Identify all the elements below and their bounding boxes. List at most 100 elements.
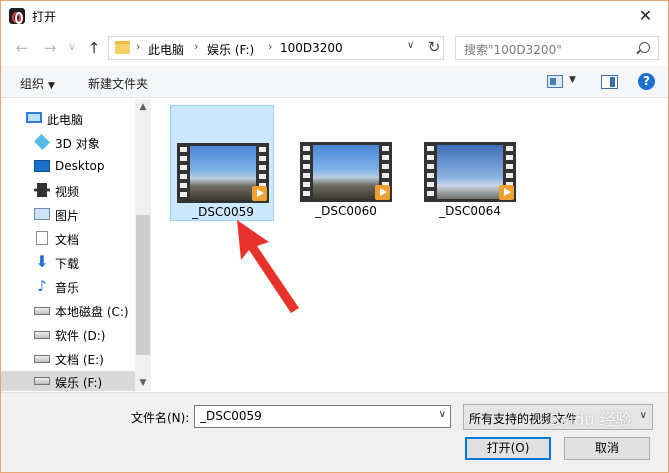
watermark-text: Baidu 经验 [549,410,632,429]
sidebar-item-label: 本地磁盘 (C:) [55,305,129,319]
sidebar-item-documents[interactable]: 文档 [1,227,135,251]
file-item-dsc0064[interactable]: _DSC0064 [418,105,522,221]
sidebar-item-drive-c[interactable]: 本地磁盘 (C:) [1,299,135,323]
music-icon: ♪ [37,277,47,295]
film-strip-icon [427,146,434,198]
open-button[interactable]: 打开(O) [465,437,551,460]
play-icon [375,185,390,200]
forward-arrow-icon[interactable]: → [41,39,59,57]
sidebar-item-music[interactable]: ♪ 音乐 [1,275,135,299]
sidebar-item-drive-d[interactable]: 软件 (D:) [1,323,135,347]
documents-icon [36,231,48,245]
change-view-icon[interactable] [547,75,563,88]
video-preview-image [190,146,256,200]
recent-locations-icon[interactable]: ∨ [63,39,81,57]
back-arrow-icon[interactable]: ← [13,39,31,57]
drive-icon [34,355,50,363]
cancel-button[interactable]: 取消 [564,437,650,460]
play-icon [252,186,267,201]
search-icon[interactable] [639,42,650,53]
film-strip-icon [180,147,187,199]
search-input[interactable]: 搜索"100D3200" [464,41,562,58]
annotation-arrow-icon [237,220,299,313]
open-file-dialog: 打开 ✕ ← → ∨ ↑ › 此电脑 › 娱乐 (F:) › 100D3200 … [0,0,669,473]
video-thumbnail [177,143,269,203]
film-strip-icon [303,146,310,198]
sidebar-item-pictures[interactable]: 图片 [1,203,135,227]
preview-pane-icon[interactable] [601,75,618,89]
app-logo-icon [9,8,25,24]
address-dropdown-icon[interactable]: ∨ [407,40,414,51]
refresh-icon[interactable]: ↻ [425,38,443,56]
command-toolbar: 组织 ▼ 新建文件夹 ▼ ? [1,66,668,98]
sidebar-item-label: 此电脑 [47,113,84,127]
sidebar-item-3d-objects[interactable]: 3D 对象 [1,131,135,155]
breadcrumb-separator-icon: › [268,40,273,53]
sidebar-item-label: 娱乐 (F:) [55,376,103,390]
folder-icon [115,41,130,54]
drive-icon [34,307,50,315]
video-thumbnail [300,142,392,202]
navigation-pane: 此电脑 3D 对象 Desktop 视频 图片 文档 ⬇ 下载 ♪ 音乐 本地磁… [1,99,151,391]
new-folder-button[interactable]: 新建文件夹 [88,75,148,92]
window-title: 打开 [32,10,57,24]
breadcrumb-100d3200[interactable]: 100D3200 [280,41,343,55]
file-name: _DSC0064 [439,204,501,218]
computer-icon [26,112,42,123]
sidebar-item-this-pc[interactable]: 此电脑 [1,107,135,131]
breadcrumb-drive-f[interactable]: 娱乐 (F:) [207,41,254,58]
sidebar-item-label: 图片 [55,209,80,223]
filename-label: 文件名(N): [131,411,190,425]
filename-value[interactable]: _DSC0059 [200,409,262,423]
up-folder-icon[interactable]: ↑ [85,39,103,57]
sidebar-item-drive-e[interactable]: 文档 (E:) [1,347,135,371]
scrollbar-thumb[interactable] [136,215,150,355]
video-thumbnail [424,142,516,202]
close-icon[interactable]: ✕ [623,1,668,31]
organize-button[interactable]: 组织 ▼ [20,75,55,92]
desktop-icon [34,160,50,172]
sidebar-item-label: 文档 [55,233,80,247]
title-bar: 打开 ✕ [1,1,668,31]
drive-icon [34,331,50,339]
sidebar-item-desktop[interactable]: Desktop [1,155,135,179]
breadcrumb-separator-icon: › [136,40,141,53]
file-item-dsc0059[interactable]: _DSC0059 [170,105,274,221]
scroll-up-icon[interactable]: ▲ [135,99,151,115]
chevron-down-icon[interactable]: ∨ [640,410,647,421]
sidebar-item-drive-f[interactable]: 娱乐 (F:) [1,371,135,391]
filename-field[interactable]: _DSC0059 ∨ [194,405,451,428]
file-name: _DSC0060 [315,204,377,218]
navigation-bar: ← → ∨ ↑ › 此电脑 › 娱乐 (F:) › 100D3200 ∨ ↻ 搜… [1,32,668,64]
sidebar-item-label: 3D 对象 [55,137,100,151]
breadcrumb-separator-icon: › [194,40,199,53]
sidebar-item-label: 下载 [55,257,80,271]
video-folder-icon [34,183,50,197]
sidebar-item-label: 视频 [55,185,80,199]
video-preview-image [437,145,503,199]
sidebar-scrollbar[interactable]: ▲ ▼ [135,99,151,391]
drive-icon [34,377,50,385]
address-bar[interactable]: › 此电脑 › 娱乐 (F:) › 100D3200 ∨ ↻ [108,36,444,60]
3d-objects-icon [34,134,50,150]
play-icon [499,185,514,200]
help-icon[interactable]: ? [638,73,655,90]
video-preview-image [313,145,379,199]
sidebar-item-downloads[interactable]: ⬇ 下载 [1,251,135,275]
sidebar-item-label: Desktop [55,159,105,173]
sidebar-item-videos[interactable]: 视频 [1,179,135,203]
bottom-panel: 文件名(N): _DSC0059 ∨ 所有支持的视频文件 ∨ 打开(O) 取消 [1,392,668,472]
caret-down-icon: ▼ [48,81,55,91]
chevron-down-icon[interactable]: ∨ [439,409,446,420]
organize-label: 组织 [20,77,45,91]
view-options-caret-icon[interactable]: ▼ [569,75,576,85]
scroll-down-icon[interactable]: ▼ [135,375,151,391]
pictures-icon [34,208,50,220]
file-item-dsc0060[interactable]: _DSC0060 [294,105,398,221]
breadcrumb-this-pc[interactable]: 此电脑 [148,41,184,58]
sidebar-item-label: 软件 (D:) [55,329,106,343]
download-icon: ⬇ [35,252,49,271]
sidebar-item-label: 文档 (E:) [55,353,104,367]
search-box[interactable]: 搜索"100D3200" [455,36,659,60]
sidebar-item-label: 音乐 [55,281,80,295]
